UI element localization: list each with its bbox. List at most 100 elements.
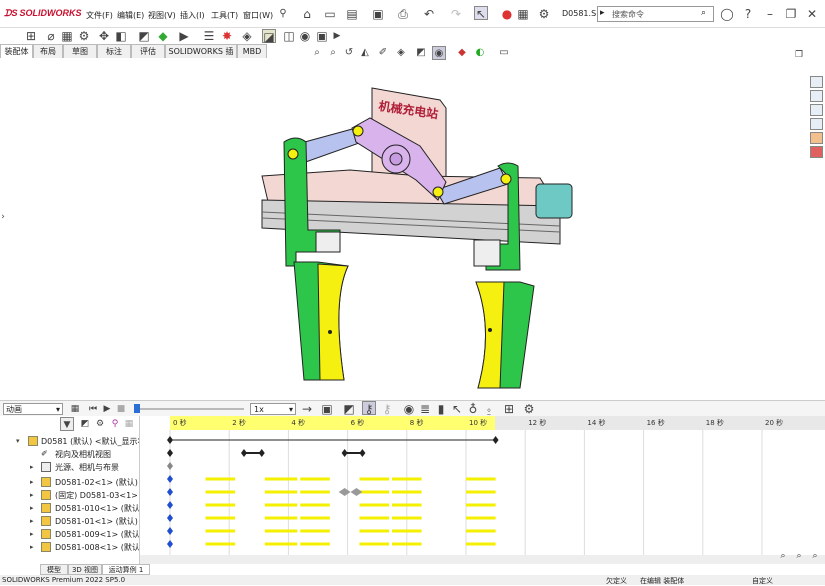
- close-icon[interactable]: ✕: [805, 7, 819, 21]
- dynamic-annotation-icon[interactable]: ✐: [376, 46, 390, 60]
- spring-icon[interactable]: ≣: [418, 402, 432, 416]
- component-change-bar[interactable]: [392, 503, 422, 507]
- appearances-icon[interactable]: [810, 132, 823, 144]
- component-change-bar[interactable]: [264, 490, 298, 494]
- take-snapshot-icon[interactable]: ◫: [282, 29, 296, 43]
- tab-solidworks-addins[interactable]: SOLIDWORKS 插件: [165, 44, 237, 69]
- tab-sketch[interactable]: 草图: [63, 44, 97, 58]
- component-change-bar[interactable]: [205, 490, 236, 494]
- panel-expand-icon[interactable]: ›: [0, 210, 6, 224]
- smart-fasteners-icon[interactable]: ⚙: [77, 29, 91, 43]
- update-speedpak-icon[interactable]: ◪: [262, 29, 276, 44]
- view-palette-icon[interactable]: [810, 118, 823, 130]
- component-key[interactable]: [167, 540, 173, 548]
- options-gear-icon[interactable]: ⚙: [537, 7, 551, 21]
- restore-icon[interactable]: ❐: [784, 7, 798, 21]
- component-change-bar[interactable]: [359, 477, 390, 481]
- playback-mode-icon[interactable]: →: [300, 402, 314, 416]
- filter-selected-icon[interactable]: ⚲: [108, 417, 122, 431]
- view-key[interactable]: [167, 449, 173, 457]
- animation-wizard-icon[interactable]: ◩: [342, 402, 356, 416]
- timeline-keys[interactable]: [140, 416, 825, 564]
- view-key[interactable]: [258, 449, 265, 457]
- tab-model[interactable]: 模型: [40, 564, 68, 575]
- component-change-bar[interactable]: [264, 542, 298, 546]
- section-view-icon[interactable]: ◭: [358, 46, 372, 60]
- design-library-icon[interactable]: [810, 90, 823, 102]
- menu-insert[interactable]: 插入(I): [180, 10, 205, 21]
- tab-markup[interactable]: 标注: [97, 44, 131, 58]
- home-icon[interactable]: ⌂: [300, 7, 314, 21]
- large-assembly-icon[interactable]: ▣: [315, 29, 329, 43]
- menu-edit[interactable]: 编辑(E): [117, 10, 144, 21]
- component-change-bar[interactable]: [359, 542, 390, 546]
- zoom-area-icon[interactable]: ⌕: [326, 46, 340, 60]
- tree-item-component[interactable]: ▸D0581-008<1> (默认) <默认: [0, 541, 139, 554]
- view-orientation-icon[interactable]: ◈: [394, 46, 408, 60]
- zoom-to-fit-icon[interactable]: ⌕: [310, 46, 324, 60]
- tab-mbd[interactable]: MBD: [237, 44, 267, 58]
- tree-item-component[interactable]: ▸D0581-02<1> (默认) <默认: [0, 476, 139, 489]
- motor-icon[interactable]: ◉: [402, 402, 416, 416]
- component-change-bar[interactable]: [392, 477, 422, 481]
- slider-handle[interactable]: [134, 404, 140, 413]
- component-change-bar[interactable]: [300, 529, 330, 533]
- filter-animated-icon[interactable]: ◩: [78, 417, 92, 431]
- assembly-features-icon[interactable]: ◩: [137, 29, 151, 43]
- results-plots-icon[interactable]: ⊞: [502, 402, 516, 416]
- apply-scene-icon[interactable]: ◐: [473, 46, 487, 60]
- playback-speed-select[interactable]: 1x ▾: [250, 403, 296, 415]
- component-change-bar[interactable]: [392, 542, 422, 546]
- zoom-fit-icon[interactable]: ⌕: [808, 549, 822, 563]
- rebuild-icon[interactable]: ▦: [516, 7, 530, 21]
- search-icon[interactable]: ⌕: [701, 8, 706, 18]
- contact-icon[interactable]: ♁: [466, 402, 480, 416]
- playback-slider[interactable]: [134, 408, 244, 410]
- component-change-bar[interactable]: [392, 516, 422, 520]
- gripper-assembly-model[interactable]: 机械充电站: [250, 86, 590, 426]
- instant3d-icon[interactable]: ◈: [240, 29, 254, 43]
- search-input[interactable]: 搜索命令: [612, 9, 644, 20]
- previous-view-icon[interactable]: ↺: [342, 46, 356, 60]
- component-change-bar[interactable]: [205, 542, 236, 546]
- tab-assembly[interactable]: 装配体: [0, 44, 33, 58]
- display-style-icon[interactable]: ◩: [414, 46, 428, 60]
- linear-pattern-icon[interactable]: ▦: [60, 29, 74, 43]
- hide-show-items-icon[interactable]: ◉: [432, 46, 446, 60]
- help-icon[interactable]: ?: [741, 7, 755, 21]
- solidworks-resources-icon[interactable]: [810, 76, 823, 88]
- pin-icon[interactable]: ⚲: [276, 7, 290, 21]
- more-arrow-icon[interactable]: ▶: [330, 29, 344, 43]
- custom-properties-icon[interactable]: [810, 146, 823, 158]
- autokey-icon[interactable]: ⚷: [362, 401, 376, 416]
- zoom-in-icon[interactable]: ⌕: [776, 549, 790, 563]
- component-change-bar[interactable]: [300, 477, 330, 481]
- component-key[interactable]: [167, 501, 173, 509]
- component-change-bar[interactable]: [300, 516, 330, 520]
- tree-item-views[interactable]: ✐ 视向及相机视图: [0, 448, 139, 461]
- component-change-bar[interactable]: [264, 516, 298, 520]
- start-key[interactable]: [167, 436, 173, 444]
- minimize-icon[interactable]: –: [763, 7, 777, 21]
- search-commands[interactable]: ▸ 搜索命令 ⌕: [597, 6, 714, 22]
- component-change-bar[interactable]: [466, 516, 496, 520]
- insert-component-icon[interactable]: ⊞: [24, 29, 38, 43]
- graphics-area[interactable]: ⌕ ⌕ ↺ ◭ ✐ ◈ ◩ ◉ ◆ ◐ ▭ ❐ › 机械充电站: [0, 46, 808, 398]
- view-key[interactable]: [241, 449, 247, 457]
- tree-item-assembly[interactable]: ▾D0581 (默认) <默认_显示状态: [0, 435, 139, 448]
- component-change-bar[interactable]: [300, 503, 330, 507]
- tab-motion-study-1[interactable]: 运动算例 1: [102, 564, 150, 575]
- zoom-out-icon[interactable]: ⌕: [792, 549, 806, 563]
- tree-item-component[interactable]: ▸D0581-01<1> (默认) <默认: [0, 515, 139, 528]
- play-from-start-icon[interactable]: ⏮: [86, 402, 100, 416]
- suppressed-key[interactable]: [338, 488, 363, 496]
- component-change-bar[interactable]: [359, 490, 390, 494]
- component-change-bar[interactable]: [264, 477, 298, 481]
- file-explorer-icon[interactable]: [810, 104, 823, 116]
- component-change-bar[interactable]: [466, 477, 496, 481]
- add-key-icon[interactable]: ⚷: [380, 402, 394, 416]
- component-key[interactable]: [167, 527, 173, 535]
- motion-timeline[interactable]: 0 秒 2 秒 4 秒 6 秒 8 秒 10 秒 12 秒 14 秒 16 秒 18 秒 20 秒: [140, 416, 825, 564]
- component-key[interactable]: [167, 475, 173, 483]
- end-key[interactable]: [492, 436, 499, 444]
